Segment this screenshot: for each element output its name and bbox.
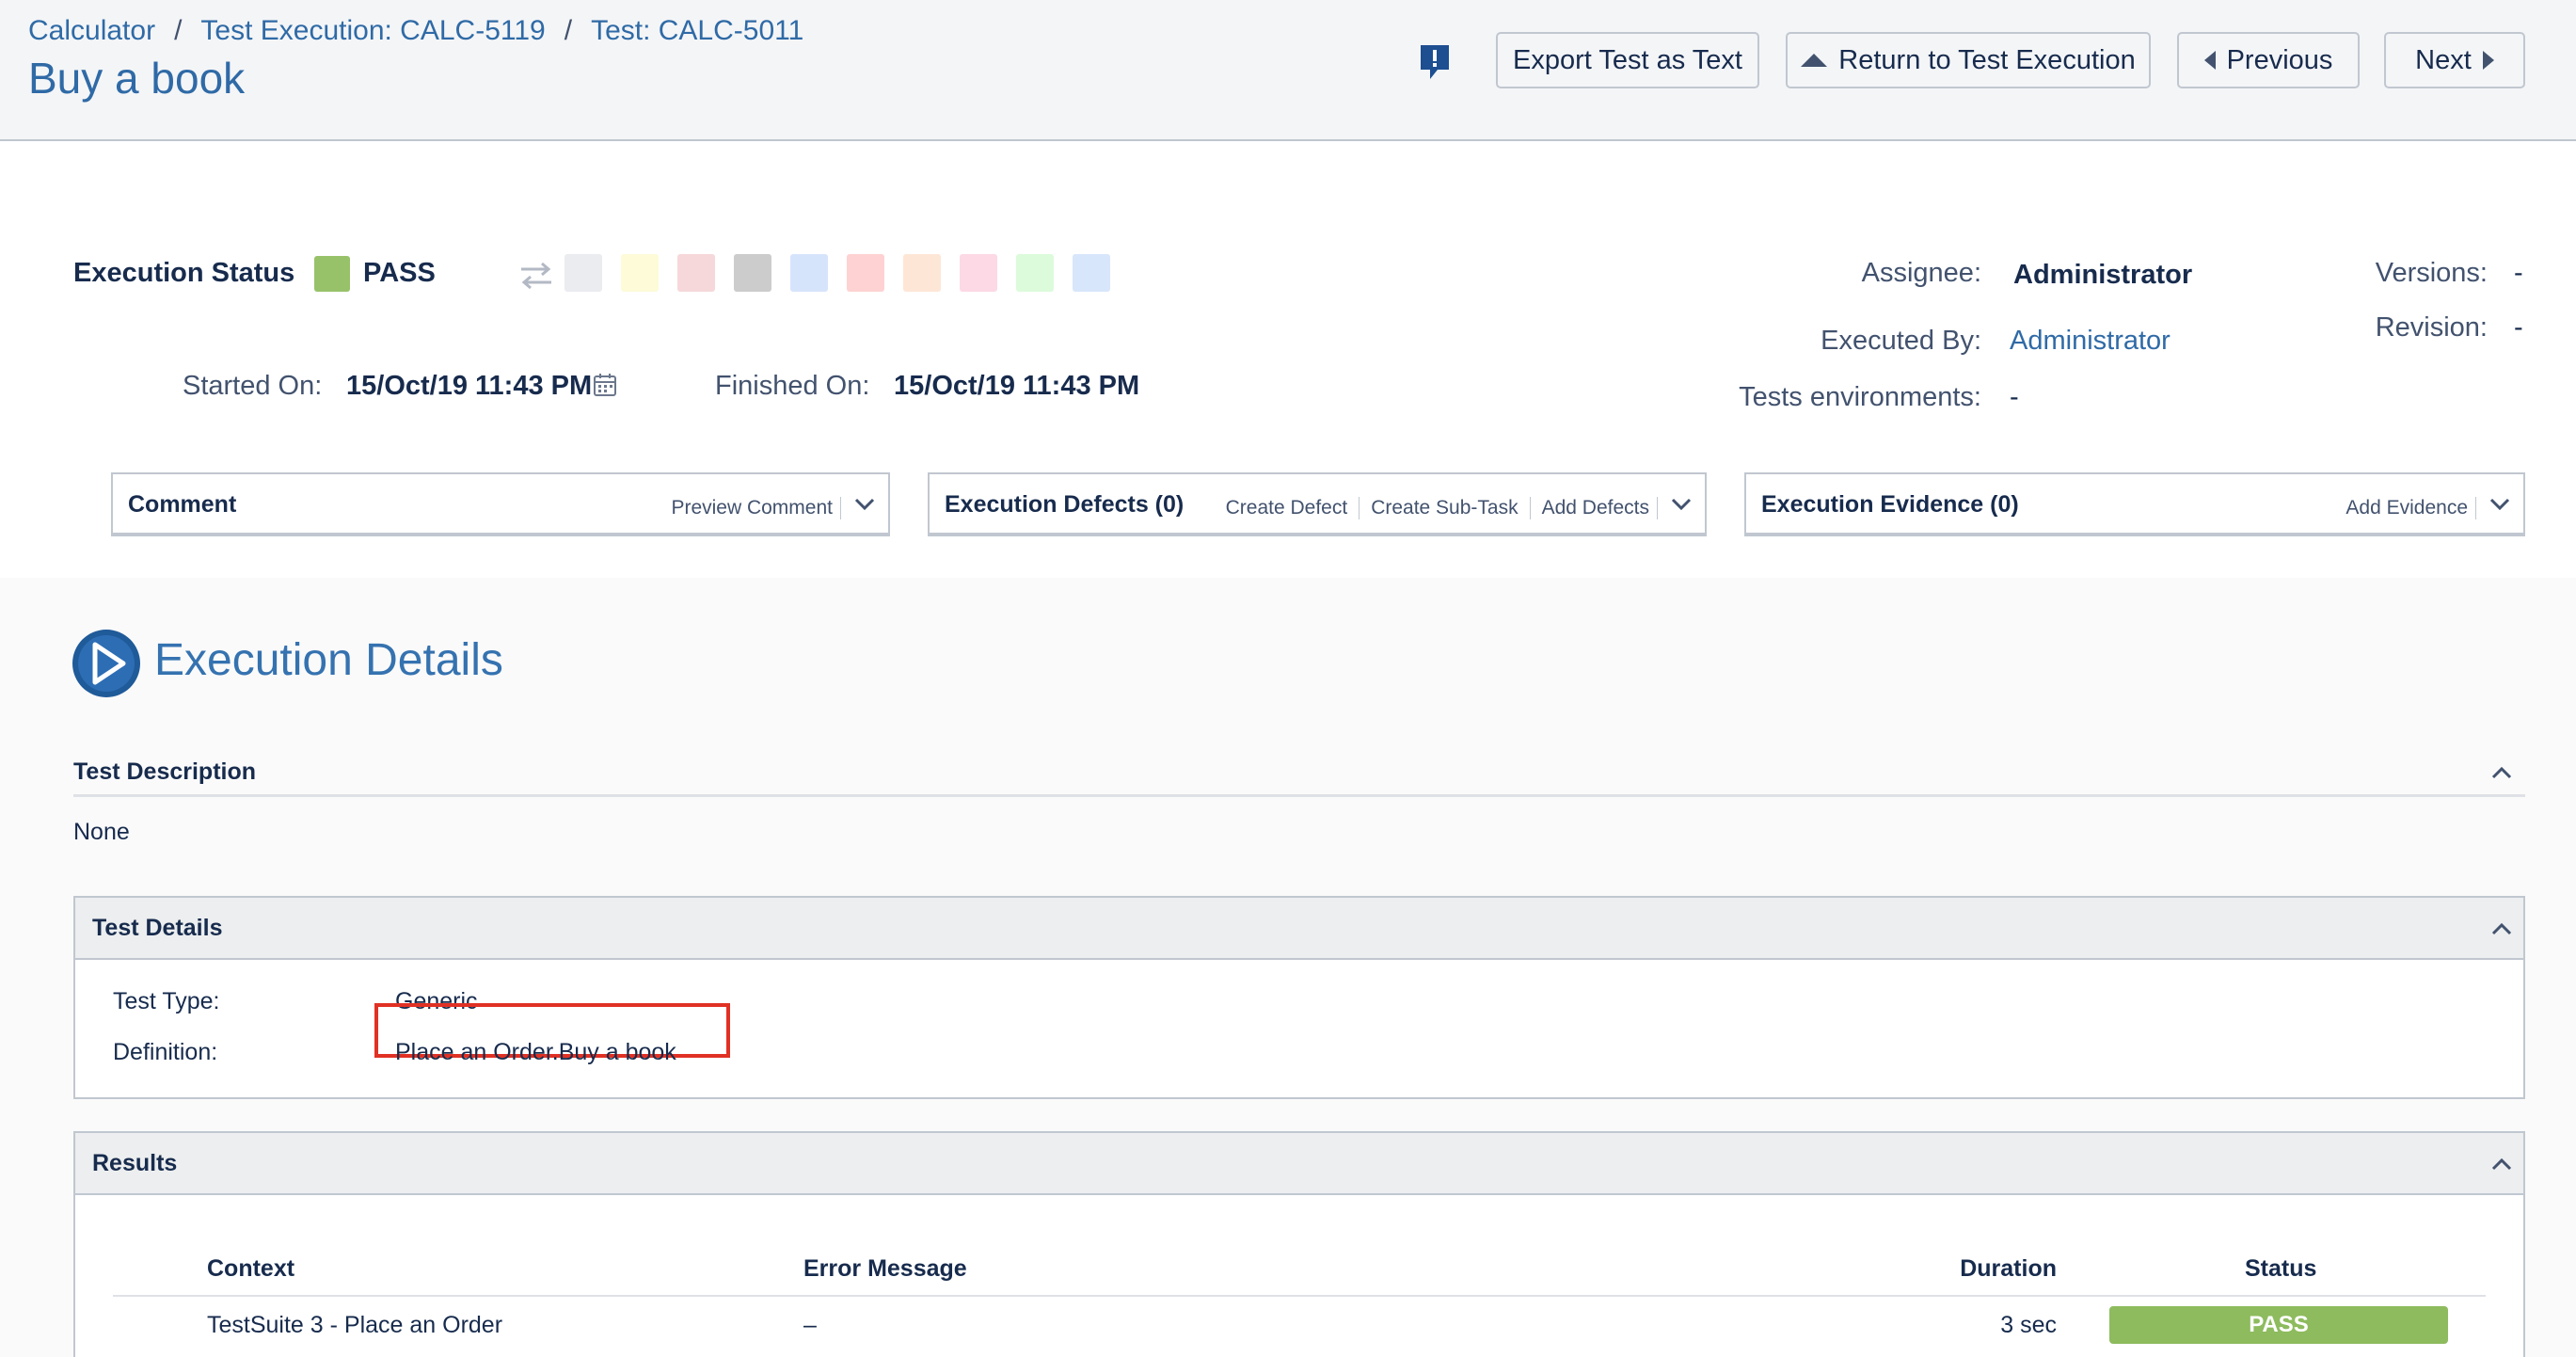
status-swatch <box>314 256 350 292</box>
add-evidence-action[interactable]: Add Evidence <box>2334 497 2476 519</box>
revision-label: Revision: <box>2375 312 2488 343</box>
return-to-test-execution-button[interactable]: Return to Test Execution <box>1786 32 2151 88</box>
executed-by-label: Executed By: <box>1821 326 1981 356</box>
test-type-label: Test Type: <box>113 988 220 1014</box>
status-option-5[interactable] <box>790 254 828 292</box>
comment-panel[interactable]: Comment Preview Comment <box>111 472 890 536</box>
chevron-up-icon[interactable] <box>2489 917 2514 941</box>
execution-status-value[interactable]: PASS <box>363 258 436 289</box>
test-description-value: None <box>73 819 130 845</box>
execution-summary: Execution Status PASS Started On: 15/Oct… <box>0 141 2576 578</box>
swap-arrows-icon[interactable] <box>517 260 555 292</box>
breadcrumb-separator: / <box>174 15 183 46</box>
add-defects-action[interactable]: Add Defects <box>1531 497 1658 519</box>
comment-panel-title: Comment <box>128 491 237 518</box>
calendar-icon[interactable] <box>593 373 617 397</box>
test-details-box: Test Details Test Type: Generic Definiti… <box>73 896 2525 1099</box>
previous-label: Previous <box>2226 44 2333 75</box>
execution-defects-panel[interactable]: Execution Defects (0) Create Defect Crea… <box>928 472 1707 536</box>
tests-environments-value: - <box>2010 382 2019 412</box>
results-header[interactable]: Results <box>75 1133 2523 1195</box>
execution-details-title: Execution Details <box>154 635 503 685</box>
next-label: Next <box>2415 44 2472 75</box>
previous-button[interactable]: Previous <box>2177 32 2360 88</box>
definition-value: Place an Order.Buy a book <box>395 1039 676 1065</box>
arrow-right-icon <box>2482 51 2494 70</box>
next-button[interactable]: Next <box>2384 32 2525 88</box>
finished-on-value: 15/Oct/19 11:43 PM <box>894 371 1140 401</box>
started-on-label: Started On: <box>183 371 323 401</box>
result-error-message: – <box>803 1312 817 1338</box>
breadcrumb-separator: / <box>564 15 573 46</box>
execution-details-section: Execution Details Test Description None … <box>0 578 2576 1357</box>
status-option-10[interactable] <box>1073 254 1110 292</box>
status-option-1[interactable] <box>564 254 602 292</box>
test-details-title: Test Details <box>92 915 223 941</box>
breadcrumb-test-link[interactable]: Test: CALC-5011 <box>591 15 803 46</box>
play-circle-icon <box>72 630 140 697</box>
status-option-7[interactable] <box>903 254 941 292</box>
versions-value: - <box>2514 258 2523 288</box>
error-message-column-header: Error Message <box>803 1255 967 1282</box>
chevron-down-icon[interactable] <box>852 491 877 516</box>
revision-value: - <box>2514 312 2523 343</box>
execution-status-label: Execution Status <box>73 258 295 288</box>
breadcrumb-test-execution-link[interactable]: Test Execution: CALC-5119 <box>200 15 545 46</box>
export-test-button[interactable]: Export Test as Text <box>1496 32 1759 88</box>
result-context[interactable]: TestSuite 3 - Place an Order <box>207 1312 502 1339</box>
page-title: Buy a book <box>28 54 246 103</box>
chevron-up-icon[interactable] <box>2489 1152 2514 1176</box>
execution-evidence-title: Execution Evidence (0) <box>1761 491 2019 518</box>
table-header-divider <box>113 1295 2486 1297</box>
definition-label: Definition: <box>113 1039 218 1065</box>
result-status-badge: PASS <box>2109 1306 2448 1344</box>
status-option-2[interactable] <box>621 254 659 292</box>
status-column-header: Status <box>2245 1255 2317 1282</box>
execution-defects-actions: Create Defect Create Sub-Task Add Defect… <box>1215 497 1658 519</box>
executed-by-link[interactable]: Administrator <box>2010 326 2171 357</box>
started-on-value: 15/Oct/19 11:43 PM <box>346 371 593 401</box>
breadcrumb-project-link[interactable]: Calculator <box>28 15 155 46</box>
results-title: Results <box>92 1150 178 1176</box>
status-option-3[interactable] <box>677 254 715 292</box>
chevron-up-icon[interactable] <box>2489 760 2514 785</box>
test-description-title: Test Description <box>73 758 257 785</box>
comment-panel-actions: Preview Comment <box>660 497 841 519</box>
create-subtask-action[interactable]: Create Sub-Task <box>1360 497 1531 519</box>
assignee-value: Administrator <box>2013 260 2193 290</box>
status-option-9[interactable] <box>1016 254 1054 292</box>
export-test-label: Export Test as Text <box>1513 44 1742 75</box>
results-box: Results Context Error Message Duration S… <box>73 1131 2525 1357</box>
page-header: Calculator / Test Execution: CALC-5119 / Tes… <box>0 0 2576 141</box>
test-details-header[interactable]: Test Details <box>75 898 2523 960</box>
execution-evidence-panel[interactable]: Execution Evidence (0) Add Evidence <box>1744 472 2525 536</box>
arrow-left-icon <box>2203 51 2216 70</box>
result-duration: 3 sec <box>2000 1312 2057 1338</box>
context-column-header: Context <box>207 1255 295 1282</box>
arrow-up-icon <box>1801 54 1828 67</box>
status-palette <box>564 254 1110 292</box>
chevron-down-icon[interactable] <box>2488 491 2512 516</box>
return-label: Return to Test Execution <box>1838 44 2136 75</box>
feedback-icon[interactable] <box>1419 43 1451 81</box>
finished-on-label: Finished On: <box>715 371 870 401</box>
status-option-8[interactable] <box>960 254 997 292</box>
tests-environments-label: Tests environments: <box>1739 382 1981 412</box>
execution-defects-title: Execution Defects (0) <box>945 491 1185 518</box>
breadcrumb: Calculator / Test Execution: CALC-5119 / Tes… <box>28 15 803 47</box>
preview-comment-action[interactable]: Preview Comment <box>660 497 841 519</box>
status-option-6[interactable] <box>847 254 884 292</box>
versions-label: Versions: <box>2375 258 2488 288</box>
execution-evidence-actions: Add Evidence <box>2334 497 2476 519</box>
status-option-4[interactable] <box>734 254 771 292</box>
create-defect-action[interactable]: Create Defect <box>1215 497 1360 519</box>
assignee-label: Assignee: <box>1861 258 1981 288</box>
duration-column-header: Duration <box>1960 1255 2057 1282</box>
chevron-down-icon[interactable] <box>1669 491 1693 516</box>
section-divider <box>73 794 2525 797</box>
